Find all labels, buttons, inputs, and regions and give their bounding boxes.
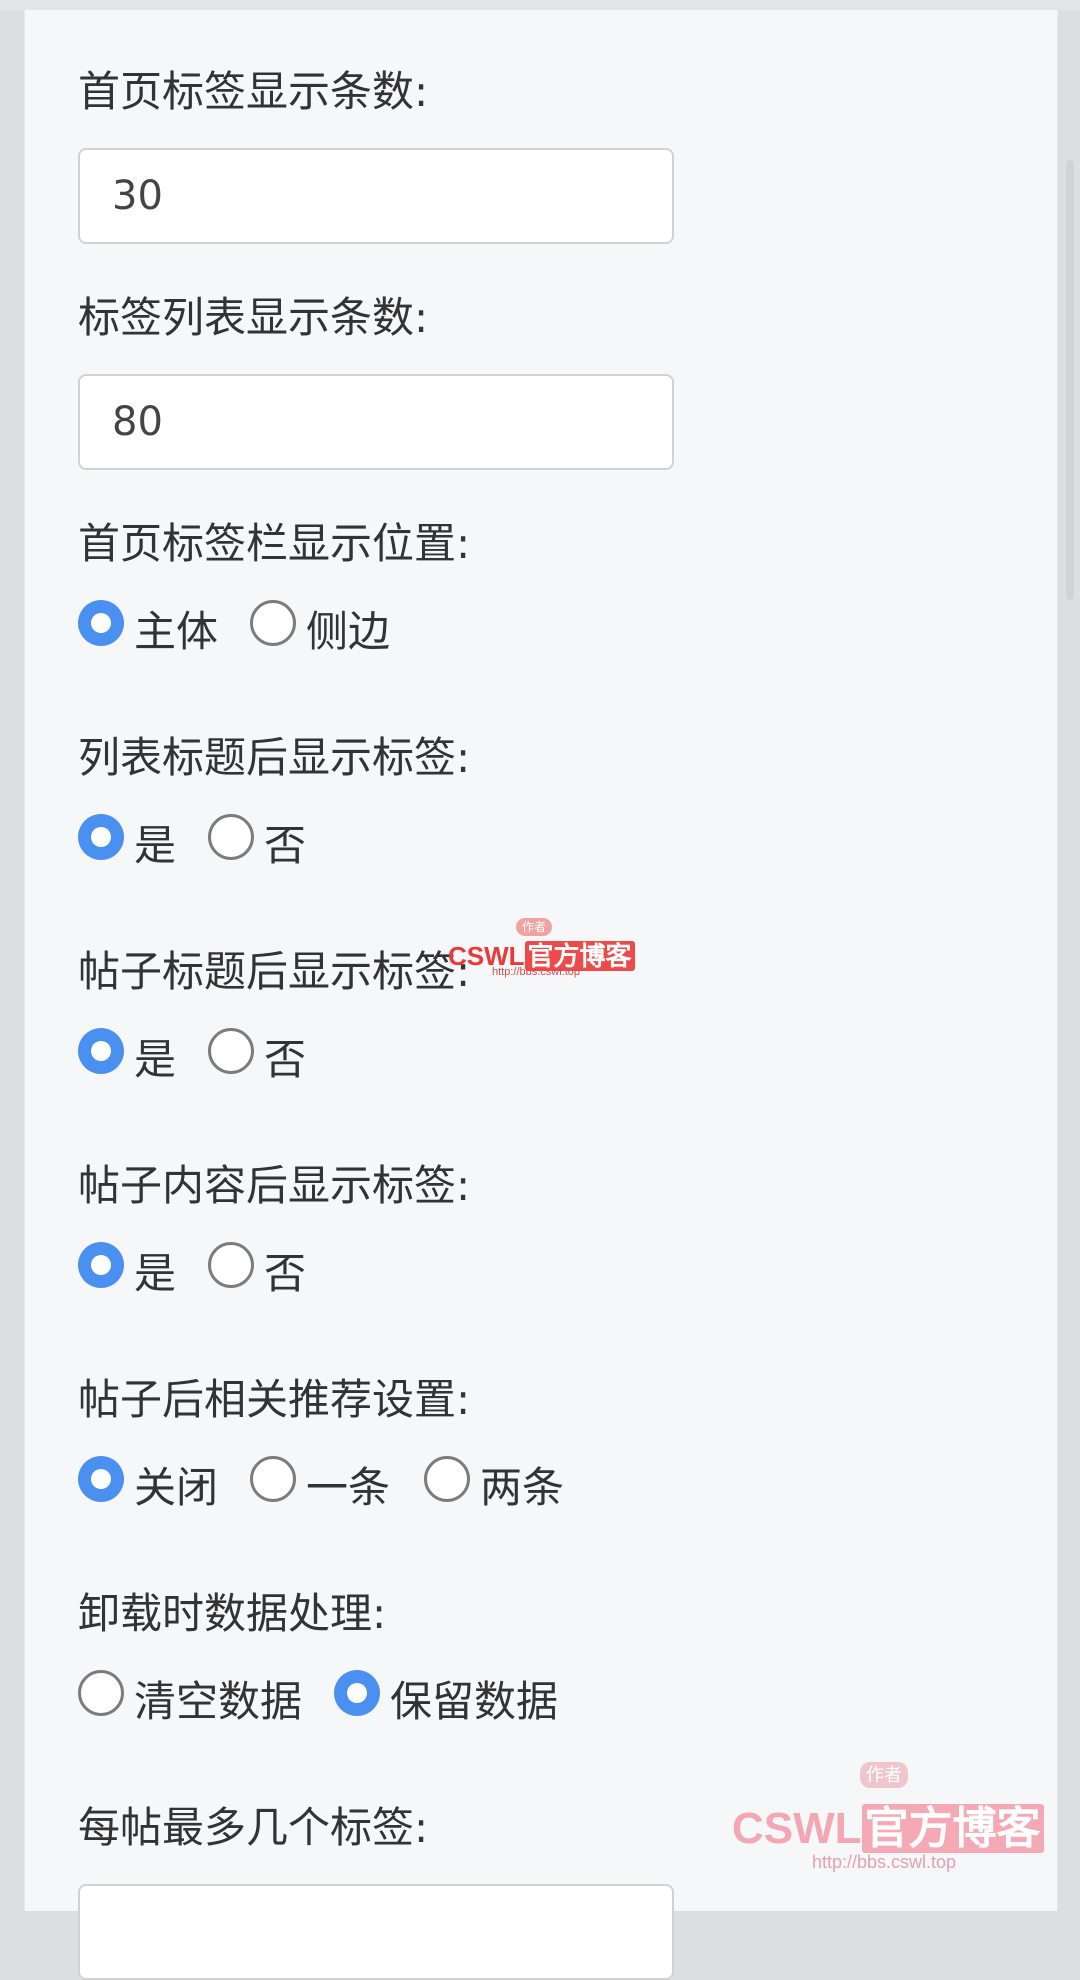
- max-tags-label: 每帖最多几个标签:: [78, 1803, 429, 1852]
- top-bar: [0, 0, 1080, 10]
- max-tags-input[interactable]: [78, 1884, 674, 1980]
- watermark-brand-latin: CSWL: [732, 1804, 862, 1853]
- post-title-tags-label: 帖子标题后显示标签:: [78, 947, 471, 996]
- watermark-badge: 作者: [516, 918, 553, 936]
- radio-button[interactable]: [78, 1670, 124, 1716]
- radio-label: 保留数据: [390, 1677, 559, 1726]
- radio-label: 是: [134, 1249, 177, 1298]
- watermark-badge: 作者: [860, 1762, 908, 1788]
- radio-button[interactable]: [424, 1456, 470, 1502]
- radio-label: 侧边: [306, 607, 391, 656]
- radio-button[interactable]: [78, 600, 124, 646]
- radio-label: 是: [134, 821, 177, 870]
- radio-button[interactable]: [78, 1028, 124, 1074]
- home-tagbar-position-label: 首页标签栏显示位置:: [78, 519, 471, 568]
- radio-label: 否: [264, 821, 307, 870]
- watermark-brand: CSWL官方博客: [732, 1792, 1044, 1856]
- radio-button[interactable]: [250, 1456, 296, 1502]
- home-tag-count-label: 首页标签显示条数:: [78, 67, 429, 116]
- home-tag-count-input[interactable]: 30: [78, 148, 674, 244]
- radio-button[interactable]: [78, 1456, 124, 1502]
- radio-label: 一条: [306, 1463, 391, 1512]
- tag-list-count-label: 标签列表显示条数:: [78, 293, 429, 342]
- scrollbar[interactable]: [1066, 160, 1074, 600]
- tag-list-count-input[interactable]: 80: [78, 374, 674, 470]
- radio-label: 否: [264, 1035, 307, 1084]
- radio-button[interactable]: [208, 1242, 254, 1288]
- post-content-tags-label: 帖子内容后显示标签:: [78, 1161, 471, 1210]
- radio-label: 主体: [134, 607, 219, 656]
- radio-label: 两条: [480, 1463, 565, 1512]
- radio-button[interactable]: [78, 1242, 124, 1288]
- watermark-url: http://bbs.cswl.top: [812, 1852, 957, 1872]
- watermark-brand-cn: 官方博客: [861, 1804, 1044, 1853]
- related-recommend-label: 帖子后相关推荐设置:: [78, 1375, 471, 1424]
- radio-button[interactable]: [208, 1028, 254, 1074]
- radio-label: 关闭: [134, 1463, 219, 1512]
- watermark-url: http://bbs.cswl.top: [492, 966, 581, 978]
- radio-button[interactable]: [208, 814, 254, 860]
- watermark-center: 作者 CSWL 官方博客 http://bbs.cswl.top: [448, 918, 638, 980]
- radio-label: 是: [134, 1035, 177, 1084]
- radio-label: 清空数据: [134, 1677, 303, 1726]
- radio-button[interactable]: [334, 1670, 380, 1716]
- radio-button[interactable]: [78, 814, 124, 860]
- uninstall-data-label: 卸载时数据处理:: [78, 1589, 387, 1638]
- radio-label: 否: [264, 1249, 307, 1298]
- list-title-tags-label: 列表标题后显示标签:: [78, 733, 471, 782]
- radio-button[interactable]: [250, 600, 296, 646]
- watermark-corner: 作者 CSWL官方博客 http://bbs.cswl.top: [732, 1762, 1062, 1882]
